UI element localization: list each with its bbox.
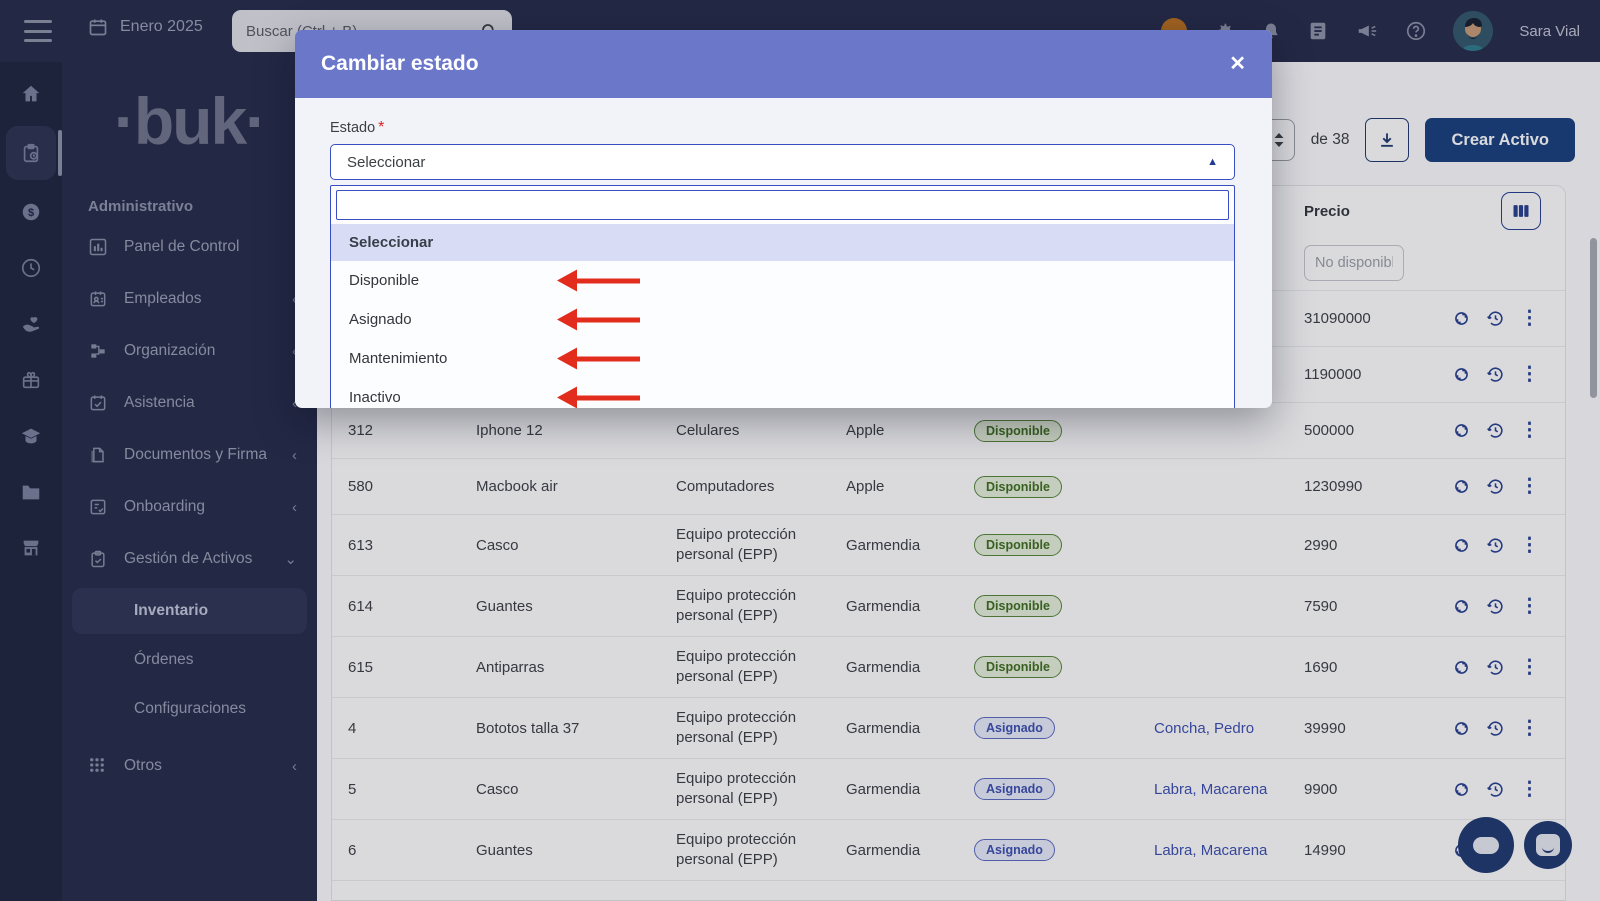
annotation-arrow [576,278,640,283]
dropdown-search-input[interactable] [336,190,1229,220]
modal-title: Cambiar estado [321,52,1229,76]
required-asterisk: * [378,119,384,136]
option-mantenimiento[interactable]: Mantenimiento [331,339,1234,378]
annotation-arrow [576,356,640,361]
option-disponible[interactable]: Disponible [331,261,1234,300]
option-inactivo[interactable]: Inactivo [331,378,1234,408]
option-asignado[interactable]: Asignado [331,300,1234,339]
caret-up-icon: ▲ [1207,156,1218,168]
annotation-arrow [576,395,640,400]
modal-body: Estado* Seleccionar ▲ Seleccionar Dispon… [295,98,1272,408]
close-icon[interactable]: ✕ [1229,54,1246,74]
annotation-arrow [576,317,640,322]
change-status-modal: Cambiar estado ✕ Estado* Seleccionar ▲ S… [295,30,1272,408]
estado-field-label: Estado [330,120,375,136]
option-seleccionar[interactable]: Seleccionar [331,224,1234,261]
estado-dropdown: Seleccionar Disponible Asignado Mantenim… [330,185,1235,408]
modal-header: Cambiar estado ✕ [295,30,1272,98]
estado-select[interactable]: Seleccionar ▲ [330,144,1235,180]
